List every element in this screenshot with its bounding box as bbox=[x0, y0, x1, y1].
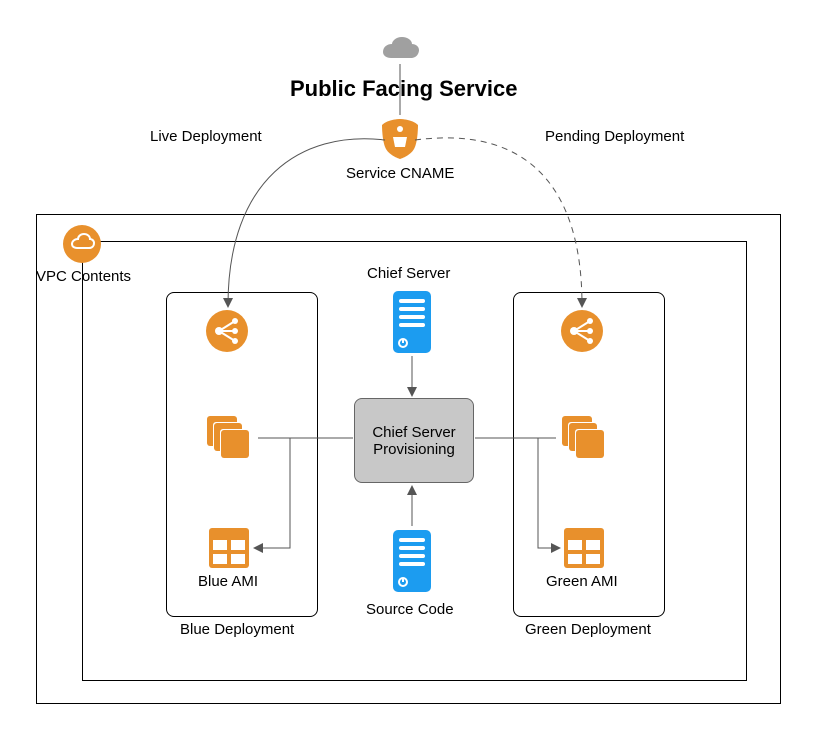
page-title: Public Facing Service bbox=[290, 76, 517, 102]
live-deployment-label: Live Deployment bbox=[150, 128, 262, 145]
blue-load-balancer-icon bbox=[205, 309, 249, 353]
green-instances-icon bbox=[560, 414, 608, 462]
pending-deployment-label: Pending Deployment bbox=[545, 128, 684, 145]
green-ami-label: Green AMI bbox=[546, 573, 618, 590]
service-cname-label: Service CNAME bbox=[346, 165, 454, 182]
blue-ami-label: Blue AMI bbox=[198, 573, 258, 590]
blue-deployment-label: Blue Deployment bbox=[180, 621, 294, 638]
cloud-icon bbox=[379, 36, 421, 66]
green-deployment-label: Green Deployment bbox=[525, 621, 651, 638]
vpc-contents-label: VPC Contents bbox=[36, 268, 131, 285]
source-code-label: Source Code bbox=[366, 601, 454, 618]
green-load-balancer-icon bbox=[560, 309, 604, 353]
chief-server-provisioning-box: Chief Server Provisioning bbox=[354, 398, 474, 483]
chief-server-icon bbox=[391, 289, 433, 355]
chief-server-label: Chief Server bbox=[367, 265, 450, 282]
blue-instances-icon bbox=[205, 414, 253, 462]
source-code-icon bbox=[391, 528, 433, 594]
vpc-cloud-icon bbox=[62, 224, 102, 264]
blue-ami-icon bbox=[207, 526, 251, 570]
shield-icon bbox=[380, 117, 420, 161]
green-ami-icon bbox=[562, 526, 606, 570]
